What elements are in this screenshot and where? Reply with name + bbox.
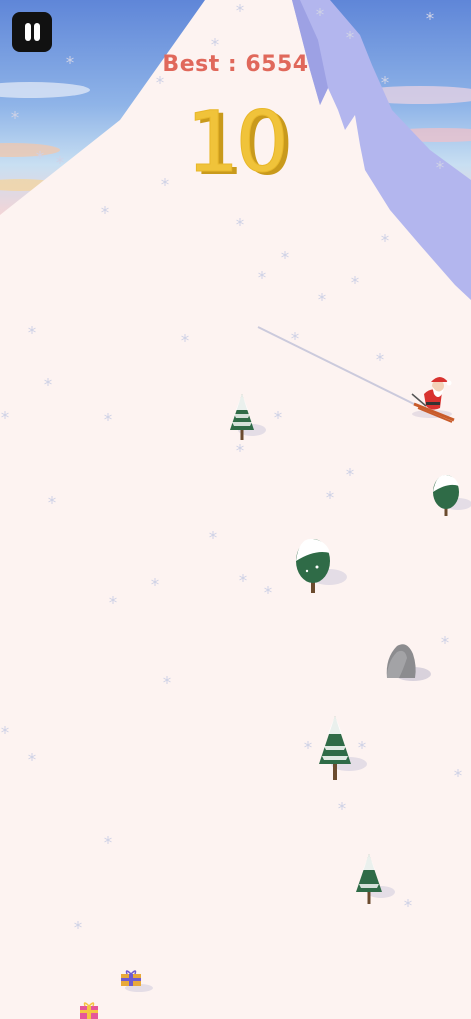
best-score-label: Best : 6554 [162,52,309,77]
pause-button[interactable] [12,12,52,52]
current-score: 10 [186,93,290,192]
